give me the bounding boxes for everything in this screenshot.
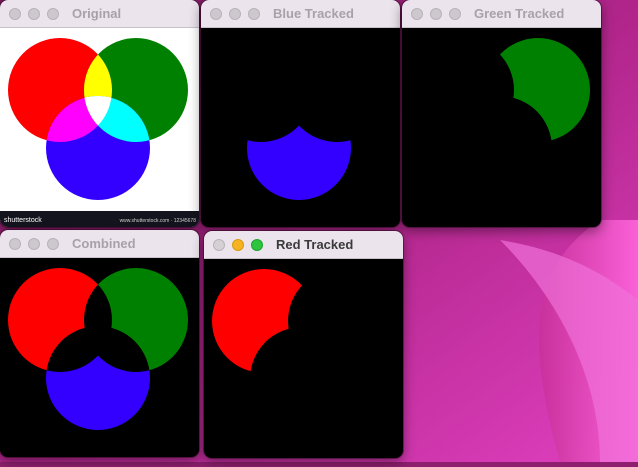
minimize-icon[interactable] xyxy=(28,238,40,250)
titlebar-combined[interactable]: Combined xyxy=(0,230,199,258)
close-icon[interactable] xyxy=(210,8,222,20)
image-original: shutterstock www.shutterstock.com · 1234… xyxy=(0,28,199,227)
close-icon[interactable] xyxy=(411,8,423,20)
close-icon[interactable] xyxy=(9,8,21,20)
blue-tracked-region xyxy=(247,96,351,200)
window-title: Combined xyxy=(72,236,136,251)
minimize-icon[interactable] xyxy=(430,8,442,20)
window-combined[interactable]: Combined xyxy=(0,230,199,457)
traffic-lights xyxy=(9,8,59,20)
window-red-tracked[interactable]: Red Tracked xyxy=(204,231,403,458)
close-icon[interactable] xyxy=(213,239,225,251)
zoom-icon[interactable] xyxy=(248,8,260,20)
window-original[interactable]: Original shutterstock www.shutterstock.c… xyxy=(0,0,199,227)
watermark-right: www.shutterstock.com · 12345678 xyxy=(120,218,197,224)
image-blue-tracked xyxy=(201,28,400,227)
traffic-lights xyxy=(213,239,263,251)
image-combined xyxy=(0,258,199,457)
window-green-tracked[interactable]: Green Tracked xyxy=(402,0,601,227)
window-title: Blue Tracked xyxy=(273,6,354,21)
image-red-tracked xyxy=(204,259,403,458)
titlebar-original[interactable]: Original xyxy=(0,0,199,28)
titlebar-red[interactable]: Red Tracked xyxy=(204,231,403,259)
titlebar-blue[interactable]: Blue Tracked xyxy=(201,0,400,28)
window-blue-tracked[interactable]: Blue Tracked xyxy=(201,0,400,227)
minimize-icon[interactable] xyxy=(232,239,244,251)
image-green-tracked xyxy=(402,28,601,227)
traffic-lights xyxy=(9,238,59,250)
traffic-lights xyxy=(210,8,260,20)
minimize-icon[interactable] xyxy=(28,8,40,20)
red-tracked-region xyxy=(212,269,316,373)
window-title: Green Tracked xyxy=(474,6,565,21)
watermark-left: shutterstock xyxy=(4,217,42,224)
green-tracked-region xyxy=(486,38,590,142)
zoom-icon[interactable] xyxy=(47,8,59,20)
zoom-icon[interactable] xyxy=(449,8,461,20)
traffic-lights xyxy=(411,8,461,20)
zoom-icon[interactable] xyxy=(47,238,59,250)
window-title: Original xyxy=(72,6,122,21)
close-icon[interactable] xyxy=(9,238,21,250)
titlebar-green[interactable]: Green Tracked xyxy=(402,0,601,28)
zoom-icon[interactable] xyxy=(251,239,263,251)
window-title: Red Tracked xyxy=(276,237,354,252)
minimize-icon[interactable] xyxy=(229,8,241,20)
combined-blue-region xyxy=(46,326,150,430)
